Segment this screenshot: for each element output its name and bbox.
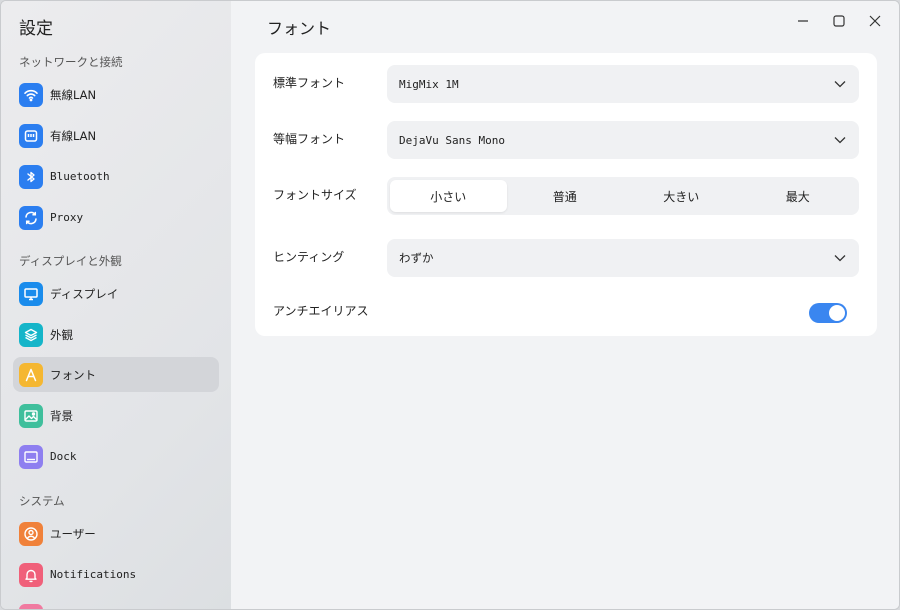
chevron-down-icon	[834, 81, 846, 88]
app-title: 設定	[19, 19, 53, 39]
sidebar-item-proxy[interactable]: Proxy	[13, 200, 219, 235]
sidebar-item-users[interactable]: ユーザー	[13, 516, 219, 551]
hinting-value: わずか	[399, 251, 434, 265]
font-size-label: フォントサイズ	[273, 188, 357, 202]
sidebar-item-label: ディスプレイ	[50, 286, 119, 301]
sidebar-item-label: 背景	[50, 408, 73, 423]
user-icon	[19, 521, 43, 546]
sidebar-item-partial[interactable]	[13, 598, 219, 609]
sidebar-item-appearance[interactable]: 外観	[13, 317, 219, 352]
section-system: システム	[19, 494, 65, 508]
antialiasing-toggle[interactable]	[809, 303, 847, 323]
mono-font-select[interactable]: DejaVu Sans Mono	[387, 121, 859, 159]
sidebar-item-label: Dock	[50, 450, 77, 463]
mono-font-label: 等幅フォント	[273, 132, 346, 146]
sidebar-item-dock[interactable]: Dock	[13, 439, 219, 474]
maximize-icon	[833, 15, 845, 27]
sidebar-item-wifi[interactable]: 無線LAN	[13, 77, 219, 112]
close-icon	[869, 15, 881, 27]
ethernet-icon	[19, 123, 43, 148]
dock-icon	[19, 444, 43, 469]
bell-icon	[19, 562, 43, 587]
minimize-icon	[798, 20, 808, 22]
sidebar-item-ethernet[interactable]: 有線LAN	[13, 118, 219, 153]
sidebar-item-label: ユーザー	[50, 526, 96, 541]
font-size-option-max[interactable]: 最大	[740, 180, 857, 212]
hinting-label: ヒンティング	[273, 250, 345, 264]
close-button[interactable]	[857, 10, 893, 32]
sidebar-item-label: 無線LAN	[50, 87, 97, 102]
section-network: ネットワークと接続	[19, 55, 123, 69]
font-size-option-large[interactable]: 大きい	[623, 180, 740, 212]
wifi-icon	[19, 82, 43, 107]
standard-font-label: 標準フォント	[273, 76, 346, 90]
main-panel: フォント 標準フォント MigMix 1M 等幅フォント DejaVu Sans	[231, 1, 899, 609]
chevron-down-icon	[834, 137, 846, 144]
font-size-option-normal[interactable]: 普通	[507, 180, 624, 212]
chevron-down-icon	[834, 255, 846, 262]
settings-window: 設定 ネットワークと接続 無線LAN 有線LAN Bluetooth Proxy…	[0, 0, 900, 610]
sync-icon	[19, 205, 43, 230]
sidebar-item-notifications[interactable]: Notifications	[13, 557, 219, 592]
sidebar-item-bluetooth[interactable]: Bluetooth	[13, 159, 219, 194]
font-settings-card: 標準フォント MigMix 1M 等幅フォント DejaVu Sans Mono…	[255, 53, 877, 336]
minimize-button[interactable]	[785, 10, 821, 32]
sidebar: 設定 ネットワークと接続 無線LAN 有線LAN Bluetooth Proxy…	[1, 1, 231, 609]
sidebar-item-label: Bluetooth	[50, 170, 110, 183]
sidebar-item-label: 外観	[50, 327, 73, 342]
sidebar-item-label: Notifications	[50, 568, 137, 581]
image-icon	[19, 403, 43, 428]
layers-icon	[19, 322, 43, 347]
sidebar-item-label: フォント	[50, 367, 96, 382]
toggle-knob	[829, 305, 845, 321]
hinting-select[interactable]: わずか	[387, 239, 859, 277]
section-display: ディスプレイと外観	[19, 254, 122, 268]
font-size-option-small[interactable]: 小さい	[390, 180, 507, 212]
sidebar-item-label: Proxy	[50, 211, 84, 224]
bluetooth-icon	[19, 164, 43, 189]
antialiasing-label: アンチエイリアス	[273, 304, 369, 318]
sidebar-item-display[interactable]: ディスプレイ	[13, 276, 219, 311]
standard-font-value: MigMix 1M	[399, 77, 459, 91]
sidebar-item-label: 有線LAN	[50, 128, 97, 143]
sidebar-item-font[interactable]: フォント	[13, 357, 219, 392]
maximize-button[interactable]	[821, 10, 857, 32]
font-icon	[19, 362, 43, 387]
partial-item-icon	[19, 603, 43, 609]
monitor-icon	[19, 281, 43, 306]
mono-font-value: DejaVu Sans Mono	[399, 133, 505, 147]
sidebar-item-background[interactable]: 背景	[13, 398, 219, 433]
page-title: フォント	[267, 19, 332, 38]
font-size-segmented: 小さい 普通 大きい 最大	[387, 177, 859, 215]
window-controls	[785, 10, 893, 32]
standard-font-select[interactable]: MigMix 1M	[387, 65, 859, 103]
